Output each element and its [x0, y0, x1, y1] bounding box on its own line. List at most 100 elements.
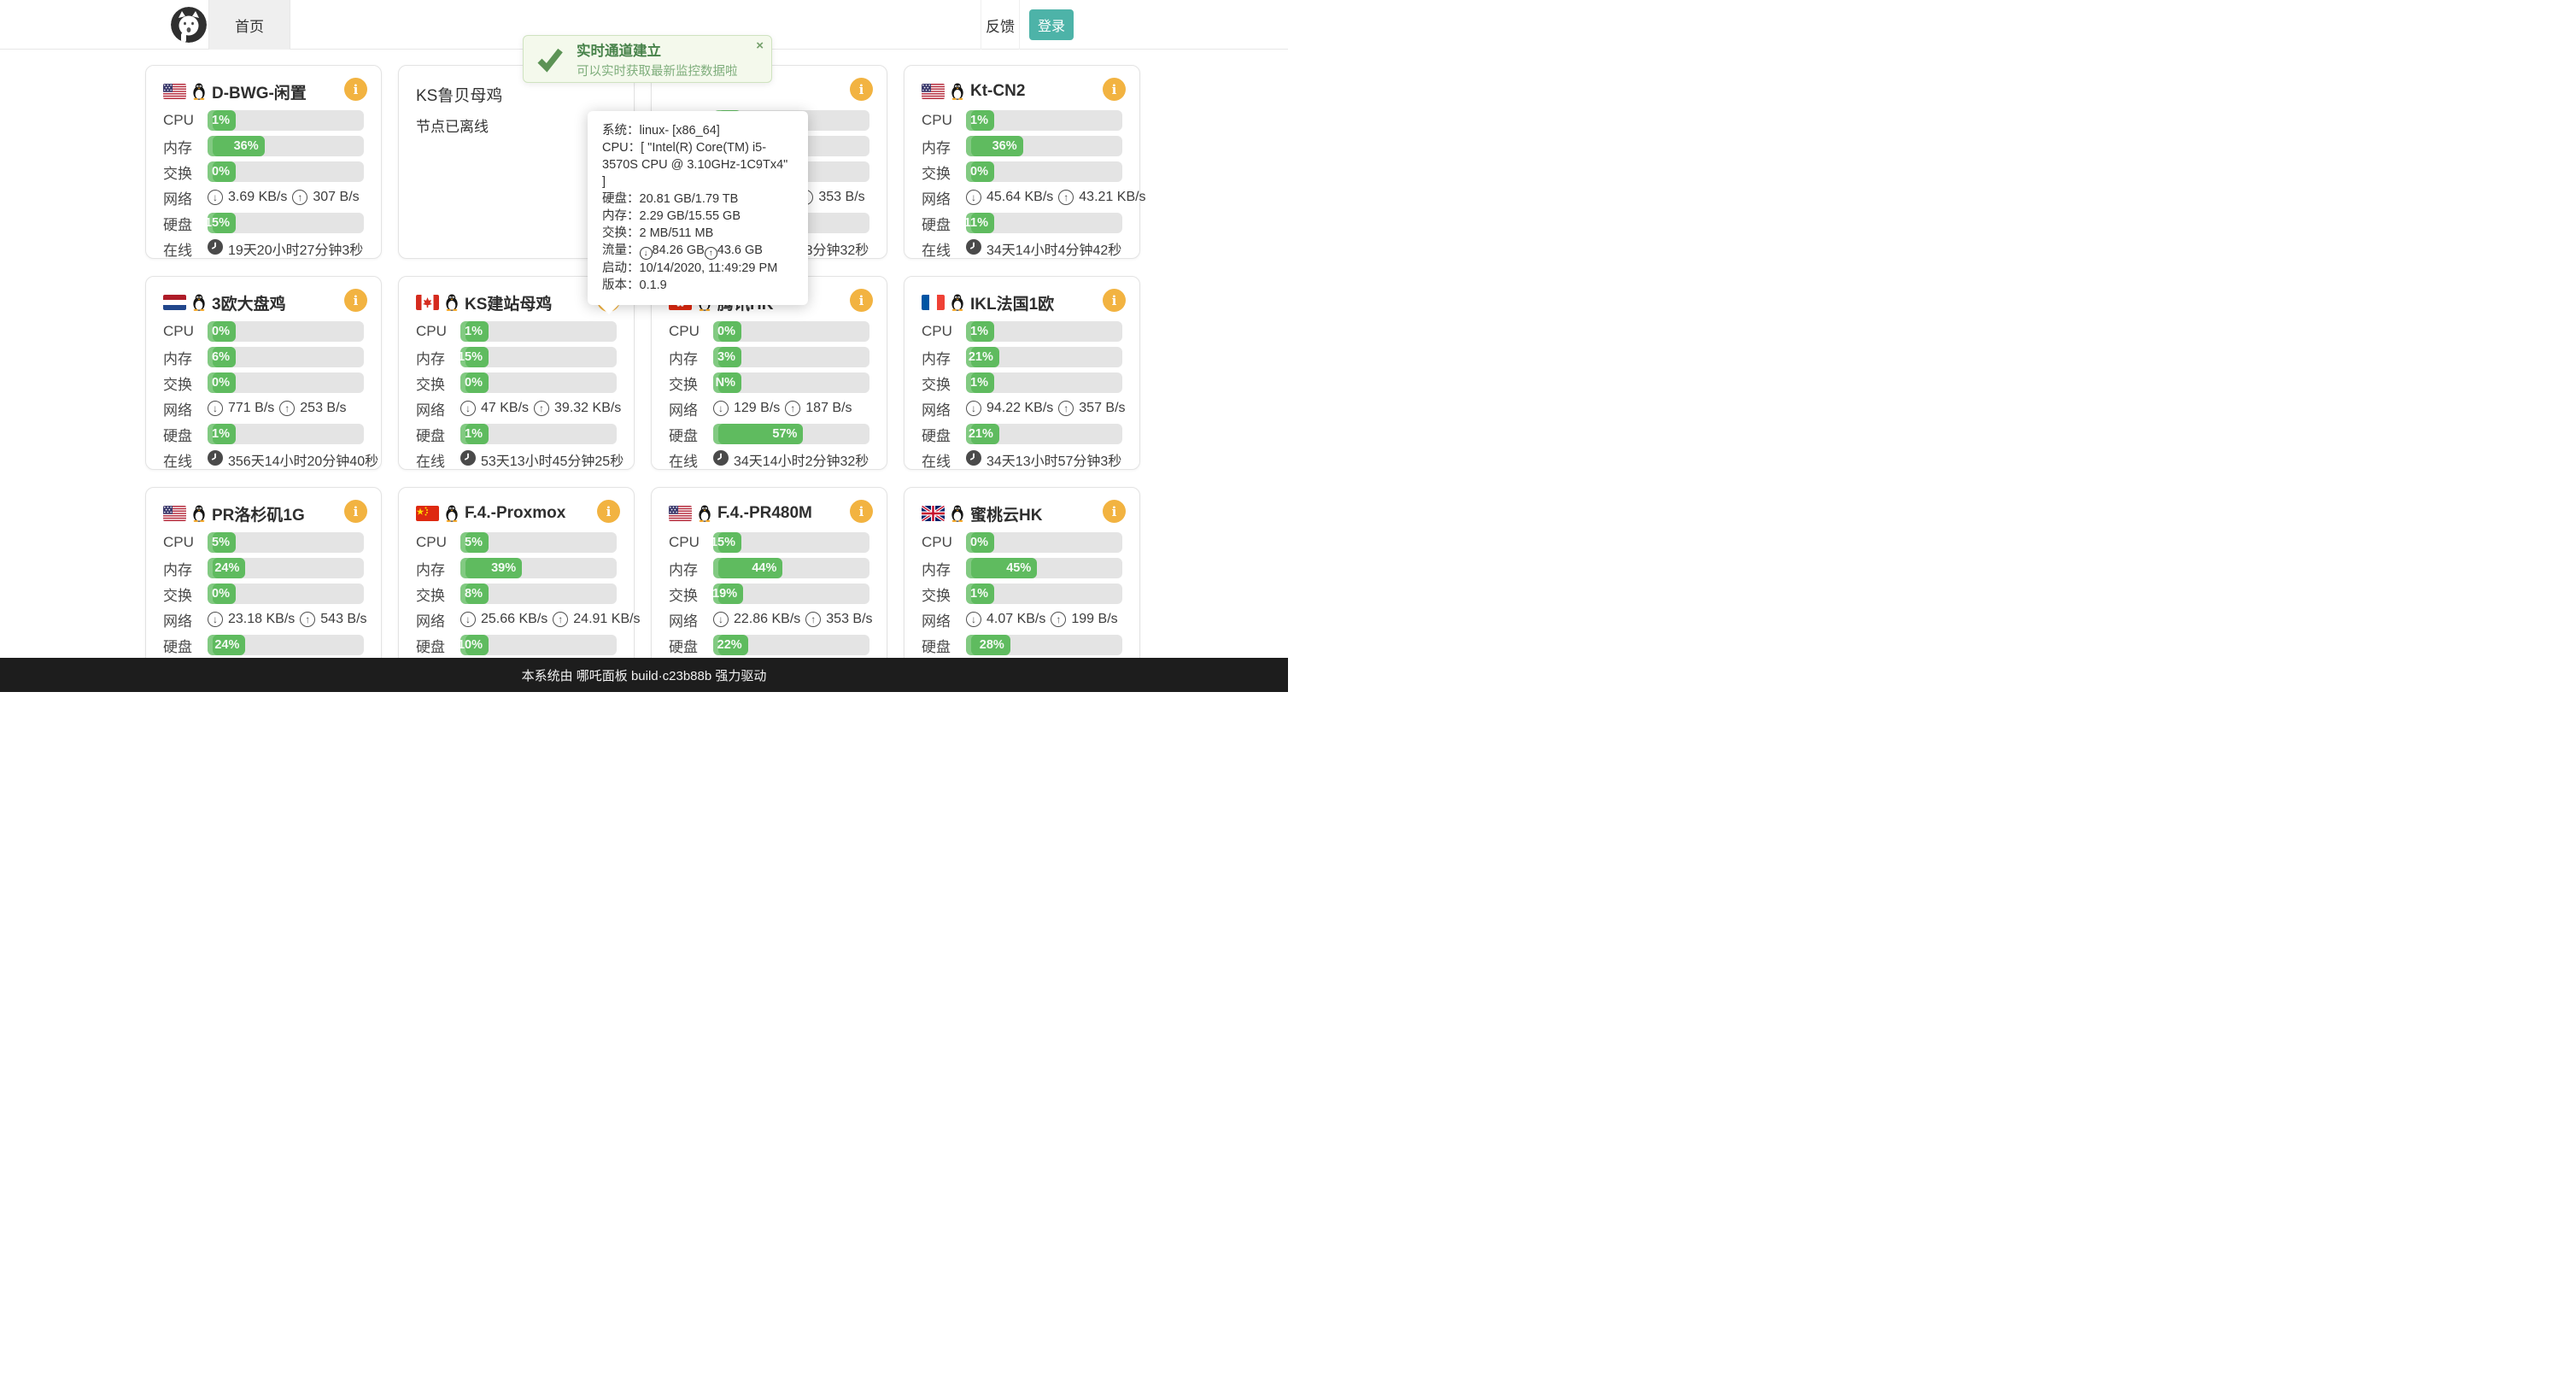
linux-tux-icon [951, 505, 964, 522]
disk-percent-value: 11% [966, 216, 988, 230]
info-icon[interactable]: i [344, 500, 367, 523]
info-icon[interactable]: i [597, 500, 620, 523]
footer-text: 本系统由 哪吒面板 build·c23b88b 强力驱动 [522, 666, 767, 684]
download-arrow-icon: ↓ [208, 401, 223, 416]
net-download-value: 94.22 KB/s [986, 401, 1053, 416]
tooltip-line: 内存：2.29 GB/15.55 GB [602, 208, 793, 225]
disk-progressbar: 11% [966, 213, 1122, 233]
mem-label: 内存 [669, 558, 713, 579]
flag-nl-icon [163, 295, 186, 310]
linux-tux-icon [192, 83, 206, 100]
cpu-progressbar: 15% [713, 532, 869, 553]
net-label: 网络 [163, 398, 208, 419]
mem-percent-value: 3% [717, 350, 735, 364]
mem-row: 内存39% [416, 558, 617, 578]
clock-icon [208, 450, 223, 470]
net-upload-value: 24.91 KB/s [573, 612, 640, 627]
server-card: 蜜桃云HKiCPU0%内存45%交换1%网络↓4.07 KB/s↑199 B/s… [904, 487, 1140, 681]
disk-progress-fill: 15% [208, 213, 236, 233]
mem-row: 内存6% [163, 347, 364, 367]
net-upload-value: 187 B/s [805, 401, 852, 416]
net-values: ↓45.64 KB/s↑43.21 KB/s [966, 190, 1146, 205]
tooltip-line: CPU：[ "Intel(R) Core(TM) i5-3570S CPU @ … [602, 139, 793, 191]
info-icon[interactable]: i [1103, 289, 1126, 312]
footer-bar: 本系统由 哪吒面板 build·c23b88b 强力驱动 [0, 658, 1288, 692]
tooltip-line: 系统：linux- [x86_64] [602, 122, 793, 139]
cpu-percent-value: 1% [970, 114, 988, 127]
net-upload-value: 199 B/s [1071, 612, 1117, 627]
nav-link-feedback[interactable]: 反馈 [981, 0, 1020, 50]
clock-icon [713, 450, 729, 470]
mem-label: 内存 [416, 347, 460, 368]
uptime-value: 34天13小时57分钟3秒 [986, 449, 1121, 470]
card-title-row: PR洛杉矶1G [163, 501, 364, 525]
uptime-row: 在线356天14小时20分钟40秒 [163, 449, 364, 470]
login-button[interactable]: 登录 [1029, 9, 1074, 40]
disk-label: 硬盘 [669, 424, 713, 445]
download-arrow-icon: ↓ [208, 190, 223, 205]
cpu-row: CPU1% [922, 110, 1122, 131]
toast-close-icon[interactable]: × [756, 39, 764, 52]
disk-progressbar: 57% [713, 424, 869, 444]
info-icon[interactable]: i [850, 289, 873, 312]
net-download-value: 3.69 KB/s [228, 190, 287, 205]
cpu-progressbar: 0% [713, 321, 869, 342]
nav-tab-home[interactable]: 首页 [208, 0, 290, 50]
mem-label: 内存 [163, 136, 208, 157]
net-values: ↓94.22 KB/s↑357 B/s [966, 401, 1126, 416]
mem-percent-value: 44% [752, 561, 776, 575]
mem-row: 内存36% [163, 136, 364, 156]
clock-icon [208, 239, 223, 259]
net-upload-value: 353 B/s [826, 612, 872, 627]
disk-progressbar: 1% [208, 424, 364, 444]
tooltip-line-value: 2.29 GB/15.55 GB [640, 209, 741, 223]
cpu-row: CPU1% [416, 321, 617, 342]
success-toast: 实时通道建立 可以实时获取最新监控数据啦 × [523, 35, 772, 83]
cpu-progress-fill: 5% [460, 532, 489, 553]
cpu-progressbar: 1% [966, 110, 1122, 131]
net-label: 网络 [922, 187, 966, 208]
upload-arrow-icon: ↑ [1058, 401, 1074, 416]
mem-label: 内存 [922, 558, 966, 579]
tooltip-line-label: 版本： [602, 279, 640, 292]
disk-percent-value: 1% [212, 427, 230, 441]
download-arrow-icon: ↓ [966, 612, 981, 627]
mem-progress-fill: 15% [460, 347, 489, 367]
mem-label: 内存 [163, 558, 208, 579]
net-row: 网络↓23.18 KB/s↑543 B/s [163, 609, 364, 630]
site-logo-avatar[interactable] [171, 7, 207, 43]
tooltip-line-label: 内存： [602, 209, 640, 223]
server-name: F.4.-PR480M [717, 504, 812, 523]
cpu-progress-fill: 0% [208, 321, 236, 342]
swap-percent-value: 0% [465, 376, 483, 390]
swap-row: 交换1% [922, 372, 1122, 393]
net-label: 网络 [163, 187, 208, 208]
info-icon[interactable]: i [344, 78, 367, 101]
uptime-value-wrap: 34天13小时57分钟3秒 [966, 449, 1122, 470]
info-icon[interactable]: i [344, 289, 367, 312]
upload-arrow-icon: ↑ [300, 612, 315, 627]
swap-percent-value: 0% [970, 165, 988, 179]
cpu-row: CPU5% [163, 532, 364, 553]
info-icon[interactable]: i [1103, 78, 1126, 101]
mem-progressbar: 15% [460, 347, 617, 367]
download-arrow-icon: ↓ [208, 612, 223, 627]
info-icon[interactable]: i [850, 78, 873, 101]
linux-tux-icon [445, 505, 459, 522]
uptime-label: 在线 [163, 449, 208, 471]
cpu-label: CPU [163, 323, 208, 340]
info-icon[interactable]: i [1103, 500, 1126, 523]
server-name: 蜜桃云HK [970, 502, 1042, 525]
mem-percent-value: 15% [460, 350, 483, 364]
net-upload-value: 43.21 KB/s [1079, 190, 1145, 205]
net-download-value: 47 KB/s [481, 401, 529, 416]
cpu-row: CPU1% [922, 321, 1122, 342]
info-icon[interactable]: i [850, 500, 873, 523]
swap-progress-fill: 8% [460, 584, 489, 604]
tooltip-line-value: linux- [x86_64] [640, 124, 720, 138]
download-arrow-icon: ↓ [966, 401, 981, 416]
server-name: Kt-CN2 [970, 82, 1025, 101]
disk-row: 硬盘15% [163, 213, 364, 233]
disk-progress-fill: 21% [966, 424, 999, 444]
flag-gb-icon [922, 506, 945, 521]
